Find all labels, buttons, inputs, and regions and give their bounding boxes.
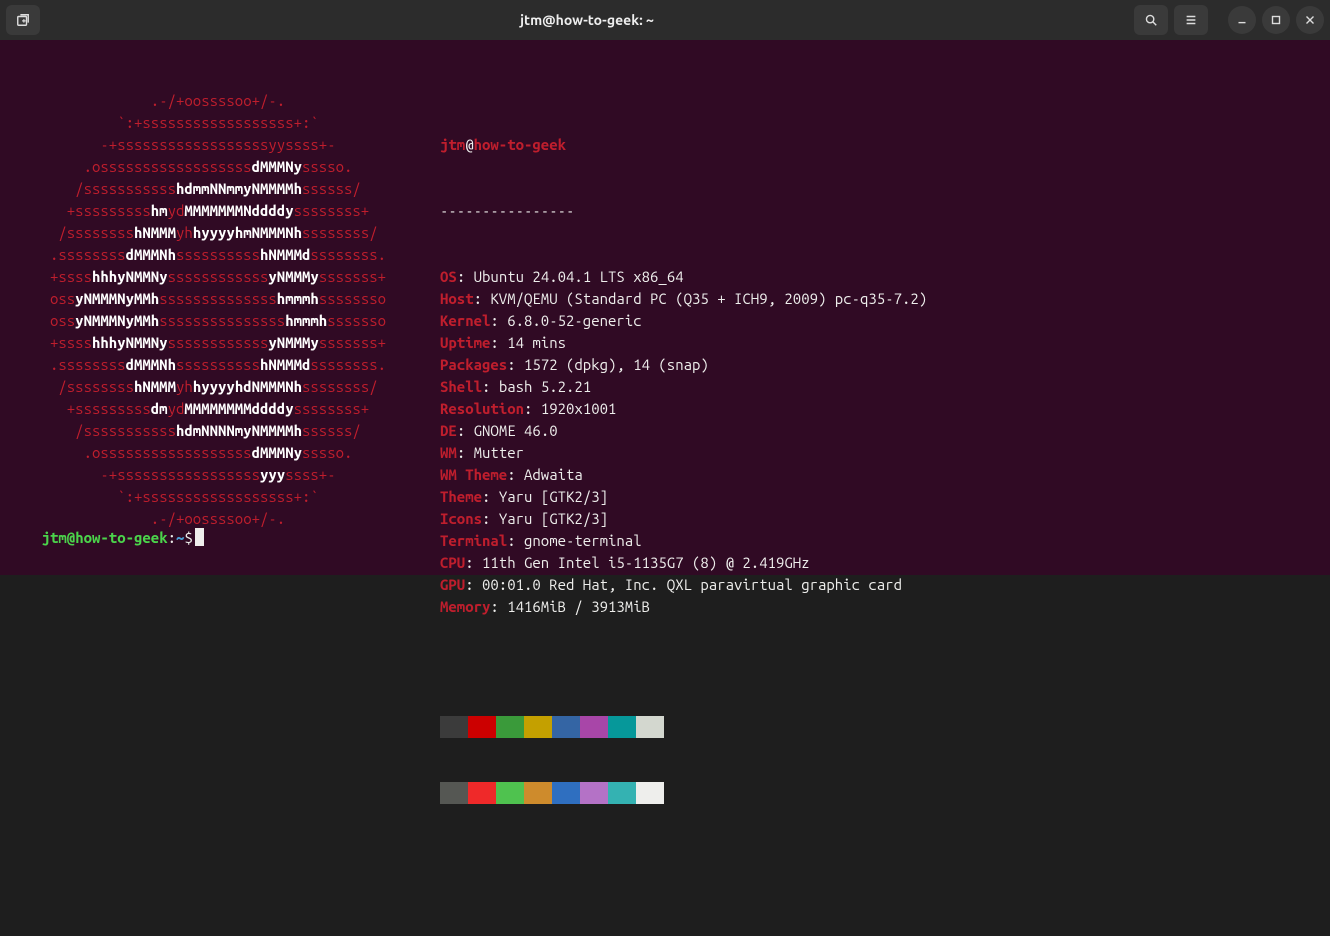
info-row: WM: Mutter [440, 442, 927, 464]
minimize-button[interactable] [1228, 6, 1256, 34]
color-swatches [440, 672, 927, 848]
cursor [195, 528, 204, 546]
info-row: Terminal: gnome-terminal [440, 530, 927, 552]
info-row: Host: KVM/QEMU (Standard PC (Q35 + ICH9,… [440, 288, 927, 310]
new-tab-button[interactable] [6, 5, 40, 35]
info-row: Uptime: 14 mins [440, 332, 927, 354]
separator-line: ---------------- [440, 200, 927, 222]
info-row: Kernel: 6.8.0-52-generic [440, 310, 927, 332]
close-button[interactable] [1296, 6, 1324, 34]
info-row: Icons: Yaru [GTK2/3] [440, 508, 927, 530]
user-host-line: jtm@how-to-geek [440, 134, 927, 156]
info-row: Packages: 1572 (dpkg), 14 (snap) [440, 354, 927, 376]
titlebar: jtm@how-to-geek: ~ [0, 0, 1330, 40]
shell-prompt[interactable]: jtm@how-to-geek:~$ [8, 505, 204, 571]
terminal-body[interactable]: .-/+oossssoo+/-.`:+ssssssssssssssssss+:`… [0, 40, 1330, 575]
info-row: CPU: 11th Gen Intel i5-1135G7 (8) @ 2.41… [440, 552, 927, 574]
info-row: DE: GNOME 46.0 [440, 420, 927, 442]
menu-button[interactable] [1174, 5, 1208, 35]
info-row: OS: Ubuntu 24.04.1 LTS x86_64 [440, 266, 927, 288]
maximize-button[interactable] [1262, 6, 1290, 34]
search-button[interactable] [1134, 5, 1168, 35]
info-row: Resolution: 1920x1001 [440, 398, 927, 420]
info-row: Memory: 1416MiB / 3913MiB [440, 596, 927, 618]
info-row: Theme: Yaru [GTK2/3] [440, 486, 927, 508]
window-title: jtm@how-to-geek: ~ [46, 12, 1128, 28]
ascii-logo: .-/+oossssoo+/-.`:+ssssssssssssssssss+:`… [8, 90, 428, 892]
system-info: jtm@how-to-geek ---------------- OS: Ubu… [428, 90, 927, 892]
info-row: Shell: bash 5.2.21 [440, 376, 927, 398]
info-row: WM Theme: Adwaita [440, 464, 927, 486]
info-row: GPU: 00:01.0 Red Hat, Inc. QXL paravirtu… [440, 574, 927, 596]
